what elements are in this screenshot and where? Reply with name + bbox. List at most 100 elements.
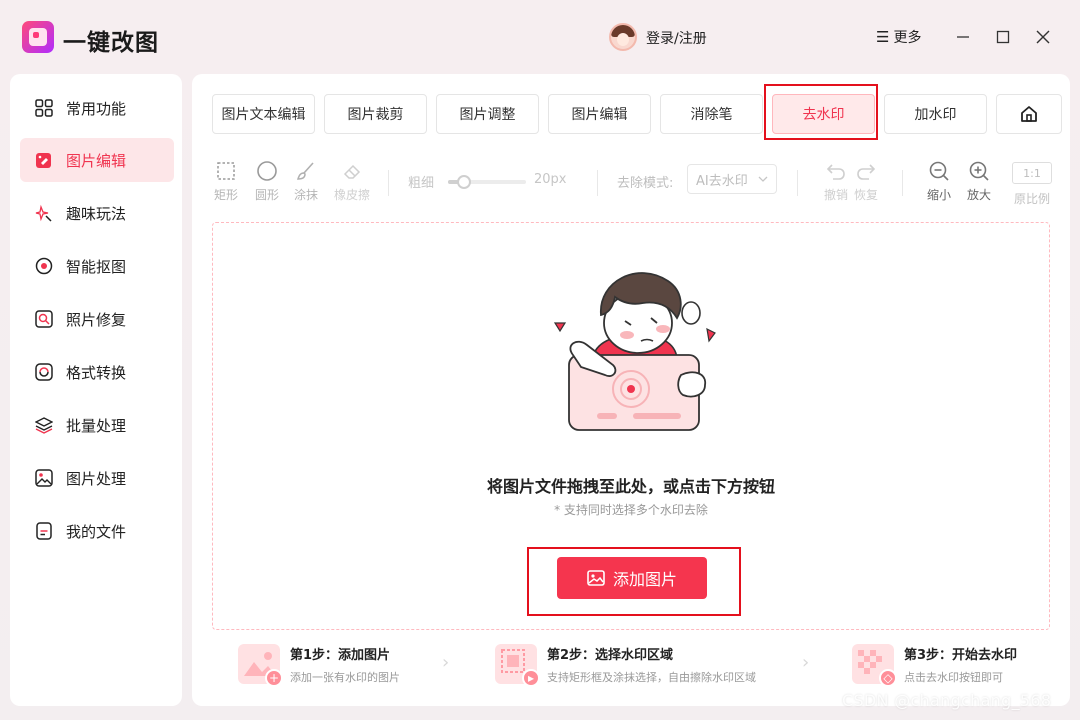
csdn-watermark: CSDN @changchang_568 (842, 691, 1052, 710)
feature-tabs: 图片文本编辑 图片裁剪 图片调整 图片编辑 消除笔 去水印 加水印 (212, 94, 1070, 134)
highlight-box (764, 84, 878, 140)
plus-icon: + (265, 669, 283, 687)
eraser-icon (341, 160, 363, 182)
sidebar-item-label: 批量处理 (66, 416, 127, 435)
thickness-slider[interactable] (448, 175, 526, 189)
remove-watermark-step-icon: ◇ (852, 644, 897, 687)
sidebar-item-image-process[interactable]: 图片处理 (20, 456, 174, 500)
sidebar-item-common[interactable]: 常用功能 (20, 86, 174, 130)
more-label: 更多 (893, 30, 922, 46)
image-icon (34, 468, 54, 488)
maximize-button[interactable] (988, 22, 1018, 52)
step-title: 第2步：选择水印区域 (547, 648, 674, 663)
remove-mode-label: 去除模式: (617, 176, 674, 191)
zoom-out-button[interactable]: 缩小 (927, 160, 951, 203)
add-image-step-icon: + (238, 644, 283, 687)
sparkle-icon (34, 203, 54, 223)
target-icon (34, 256, 54, 276)
zoom-in-label: 放大 (967, 188, 992, 202)
upload-illustration (543, 263, 723, 443)
steps-guide: + 第1步：添加图片 添加一张有水印的图片 › ▸ 第2步：选择水印区域 支持矩… (212, 640, 1050, 696)
sidebar-item-label: 图片编辑 (66, 151, 127, 170)
edit-icon (34, 150, 54, 170)
sidebar-item-image-edit[interactable]: 图片编辑 (20, 138, 174, 182)
main-panel: 图片文本编辑 图片裁剪 图片调整 图片编辑 消除笔 去水印 加水印 矩形 圆形 … (192, 74, 1070, 706)
divider (797, 170, 798, 196)
rect-select-icon (215, 160, 237, 182)
tab-add-watermark[interactable]: 加水印 (884, 94, 987, 134)
thickness-value: 20px (534, 172, 567, 187)
sidebar-item-batch[interactable]: 批量处理 (20, 403, 174, 447)
sidebar-item-label: 我的文件 (66, 522, 127, 541)
cursor-icon: ▸ (522, 669, 540, 687)
brush-tool[interactable]: 涂抹 (294, 160, 318, 203)
maximize-icon (996, 30, 1010, 44)
redo-icon (855, 160, 877, 182)
original-ratio-button[interactable]: 1:1 (1012, 162, 1052, 184)
tab-crop[interactable]: 图片裁剪 (324, 94, 427, 134)
repair-icon (34, 309, 54, 329)
sidebar-item-convert[interactable]: 格式转换 (20, 350, 174, 394)
step-title: 第1步：添加图片 (290, 648, 391, 663)
step-description: 点击去水印按钮即可 (904, 671, 1003, 684)
circle-icon (256, 160, 278, 182)
user-avatar[interactable] (609, 23, 637, 51)
grid-icon (34, 98, 54, 118)
home-icon (1021, 106, 1037, 122)
rect-select-tool[interactable]: 矩形 (214, 160, 238, 203)
sidebar-item-label: 图片处理 (66, 469, 127, 488)
layers-icon (34, 415, 54, 435)
toolbar: 矩形 圆形 涂抹 橡皮擦 粗细 20px 去除模式: AI去水印 撤销 恢复 缩… (192, 152, 1070, 212)
chevron-right-icon: › (442, 652, 450, 673)
sidebar-item-label: 照片修复 (66, 310, 127, 329)
login-register-link[interactable]: 登录/注册 (646, 28, 707, 48)
sidebar-item-label: 常用功能 (66, 99, 127, 118)
thickness-label: 粗细 (408, 176, 435, 191)
close-button[interactable] (1028, 22, 1058, 52)
step-2: ▸ 第2步：选择水印区域 支持矩形框及涂抹选择，自由擦除水印区域 (495, 640, 756, 696)
divider (388, 170, 389, 196)
tab-image-edit[interactable]: 图片编辑 (548, 94, 651, 134)
undo-button[interactable]: 撤销 (824, 160, 848, 203)
tool-label: 圆形 (255, 188, 280, 202)
undo-icon (825, 160, 847, 182)
redo-button[interactable]: 恢复 (854, 160, 878, 203)
zoom-out-icon (928, 160, 950, 182)
app-logo-icon (22, 21, 54, 53)
image-drop-zone[interactable]: 将图片文件拖拽至此处，或点击下方按钮 * 支持同时选择多个水印去除 添加图片 (212, 222, 1050, 630)
divider (902, 170, 903, 196)
sidebar-item-label: 格式转换 (66, 363, 127, 382)
sidebar-item-cutout[interactable]: 智能抠图 (20, 244, 174, 288)
title-bar: 一键改图 登录/注册 ☰ 更多 (10, 10, 1070, 62)
sidebar-item-fun[interactable]: 趣味玩法 (20, 191, 174, 235)
remove-mode-select[interactable]: AI去水印 (687, 164, 777, 194)
zoom-in-icon (968, 160, 990, 182)
erase-icon: ◇ (879, 669, 897, 687)
sidebar-item-my-files[interactable]: 我的文件 (20, 509, 174, 553)
zoom-in-button[interactable]: 放大 (967, 160, 991, 203)
divider (597, 170, 598, 196)
tab-eraser-pen[interactable]: 消除笔 (660, 94, 763, 134)
step-1: + 第1步：添加图片 添加一张有水印的图片 (238, 640, 400, 696)
step-3: ◇ 第3步：开始去水印 点击去水印按钮即可 (852, 640, 1017, 696)
tool-label: 橡皮擦 (334, 188, 371, 202)
convert-icon (34, 362, 54, 382)
circle-tool[interactable]: 圆形 (255, 160, 279, 203)
chevron-down-icon (758, 176, 768, 182)
step-description: 添加一张有水印的图片 (290, 671, 400, 684)
sidebar-item-repair[interactable]: 照片修复 (20, 297, 174, 341)
tab-image-text-edit[interactable]: 图片文本编辑 (212, 94, 315, 134)
more-menu-button[interactable]: ☰ 更多 (876, 27, 921, 47)
eraser-tool[interactable]: 橡皮擦 (334, 160, 370, 203)
file-icon (34, 521, 54, 541)
app-name: 一键改图 (63, 30, 159, 56)
home-button[interactable] (996, 94, 1062, 134)
sidebar-item-label: 智能抠图 (66, 257, 127, 276)
tab-adjust[interactable]: 图片调整 (436, 94, 539, 134)
sidebar: 常用功能 图片编辑 趣味玩法 智能抠图 照片修复 格式转换 批量处理 图片处理 … (10, 74, 182, 706)
redo-label: 恢复 (854, 188, 879, 202)
minimize-button[interactable] (948, 22, 978, 52)
drop-zone-title: 将图片文件拖拽至此处，或点击下方按钮 (486, 477, 775, 496)
slider-handle[interactable] (456, 175, 471, 189)
sidebar-item-label: 趣味玩法 (66, 204, 127, 223)
